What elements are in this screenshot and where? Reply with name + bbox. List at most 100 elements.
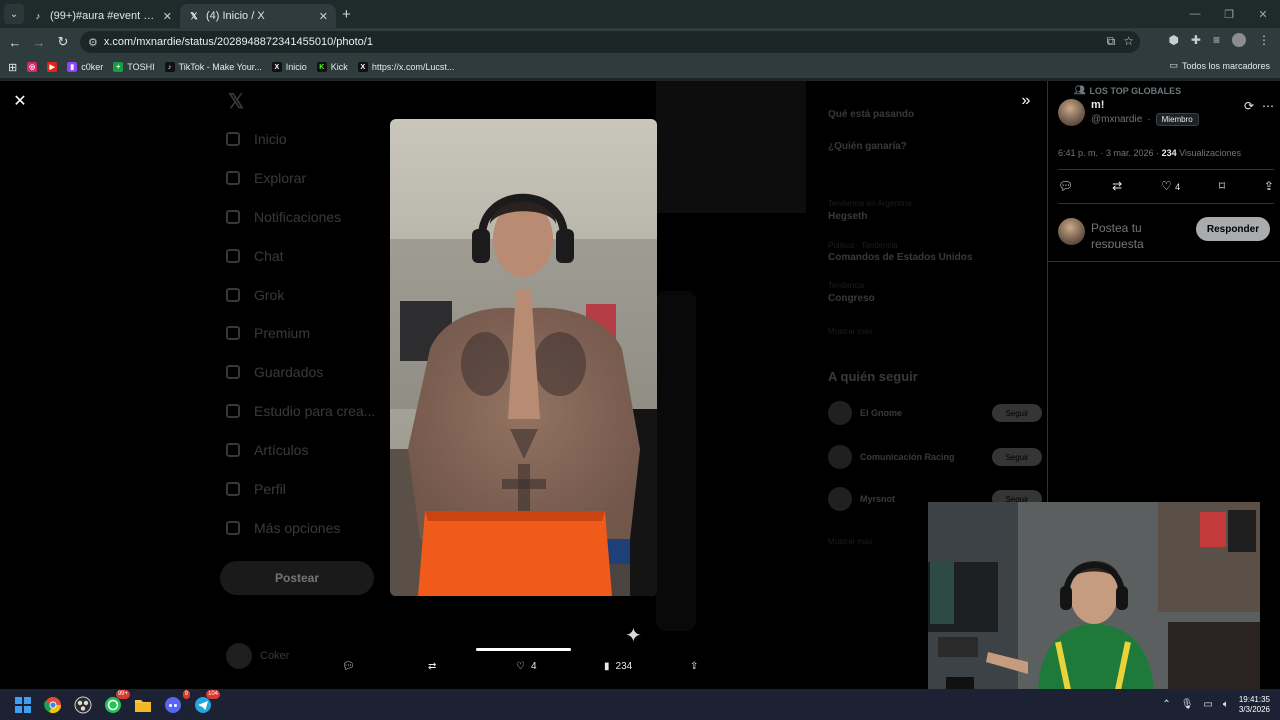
avatar[interactable] xyxy=(1058,99,1085,126)
tiktok-icon: ♪ xyxy=(35,11,41,21)
tab-search-button[interactable]: ⌄ xyxy=(4,4,24,24)
file-explorer-taskbar-icon[interactable] xyxy=(132,694,154,716)
new-tab-button[interactable]: + xyxy=(342,6,351,23)
who-to-follow-heading: A quién seguir xyxy=(828,369,918,384)
nav-label: Premium xyxy=(254,325,311,341)
bookmark-tiktok[interactable]: ♪ TikTok - Make Your... xyxy=(164,62,262,72)
bookmark-instagram[interactable]: ◎ xyxy=(27,62,38,72)
like-button[interactable]: ♡ 4 xyxy=(1161,179,1180,193)
bookmark-icon[interactable]: ⌑ xyxy=(1219,179,1225,193)
window-close-icon[interactable]: ✕ xyxy=(1246,0,1280,28)
reload-icon[interactable]: ↻ xyxy=(51,34,75,50)
close-icon[interactable]: ✕ xyxy=(10,91,30,111)
telegram-badge: 104 xyxy=(205,689,220,699)
extensions-puzzle-icon[interactable]: ✚ xyxy=(1191,33,1201,47)
bookmark-youtube[interactable]: ▶ xyxy=(47,62,58,72)
context-label[interactable]: LOS TOP GLOBALES xyxy=(1089,86,1181,96)
restore-icon[interactable]: ❐ xyxy=(1212,0,1246,28)
tab-close-icon[interactable]: ✕ xyxy=(319,10,328,23)
menu-dots-icon[interactable]: ⋮ xyxy=(1258,33,1270,47)
user-name: Coker xyxy=(260,650,290,662)
account-switcher-dimmed: Coker xyxy=(226,643,289,669)
back-arrow-icon[interactable]: ← xyxy=(3,35,27,50)
bookmark-star-icon[interactable]: ☆ xyxy=(1123,34,1134,49)
nav-label: Explorar xyxy=(254,170,307,186)
site-settings-icon[interactable]: ⚙ xyxy=(88,36,98,49)
apps-grid-icon[interactable]: ⊞ xyxy=(8,61,17,74)
tab-title: (99+)#aura #event #meteorolo xyxy=(50,10,157,22)
author-handle[interactable]: @mxnardie xyxy=(1091,114,1142,125)
follow-button: Seguir xyxy=(992,448,1042,466)
all-bookmarks-button[interactable]: ▭ Todos los marcadores xyxy=(1169,60,1270,71)
bookmark-toshi[interactable]: + TOSHI xyxy=(113,62,155,72)
browser-toolbar: ← → ↻ ⚙ x.com/mxnardie/status/2028948872… xyxy=(0,28,1280,56)
chevrons-right-icon[interactable]: » xyxy=(1016,91,1036,111)
tab-title: (4) Inicio / X xyxy=(206,10,265,22)
x-icon: X xyxy=(357,62,368,72)
follow-row: Comunicación Racing Seguir xyxy=(828,445,1042,469)
reply-bubble-icon[interactable]: 💬︎ xyxy=(1058,179,1073,193)
whatsapp-taskbar-icon[interactable]: 99+ xyxy=(102,689,130,716)
forward-arrow-icon[interactable]: → xyxy=(27,35,51,50)
bookmark-inicio[interactable]: X Inicio xyxy=(271,62,307,72)
taskbar-clock[interactable]: 19:41:35 3/3/2026 xyxy=(1239,695,1270,715)
views-button[interactable]: ▮ 234 xyxy=(604,661,632,672)
repost-icon[interactable]: ⇄ xyxy=(1112,179,1122,193)
trend-text: Hegseth xyxy=(828,211,868,222)
timeline-media-dimmed xyxy=(656,81,806,213)
timeline-dimmed xyxy=(656,81,812,689)
article-icon xyxy=(226,443,240,457)
grok-sparkle-icon[interactable]: ✦ xyxy=(625,623,642,648)
windows-taskbar: 99+ 9 104 ⌃ 🎙︎ ▭ 🔈︎ 19:41:35 3/3/2026 xyxy=(0,689,1280,720)
plus-icon: + xyxy=(113,62,124,72)
all-bookmarks-label: Todos los marcadores xyxy=(1181,60,1270,71)
kick-icon: K xyxy=(316,62,327,72)
views-number: 234 xyxy=(1161,148,1177,158)
reply-button[interactable]: 💬︎ xyxy=(342,661,361,672)
tab-close-icon[interactable]: ✕ xyxy=(163,10,172,23)
windows-start-icon[interactable] xyxy=(12,694,34,716)
divider xyxy=(1058,169,1274,170)
media-control-icon[interactable]: ≡ xyxy=(1213,33,1220,47)
separator: · xyxy=(1147,114,1151,125)
share-button[interactable]: ⇪ xyxy=(690,661,698,672)
extensions-row: ⬢ ✚ ≡ ⋮ xyxy=(1168,33,1270,47)
share-icon: ⇪ xyxy=(690,661,699,672)
repost-button[interactable]: ⇄ xyxy=(428,661,442,672)
microphone-icon[interactable]: 🎙︎ xyxy=(1181,699,1194,710)
chevron-up-icon[interactable]: ⌃ xyxy=(1162,699,1170,710)
telegram-taskbar-icon[interactable]: 104 xyxy=(192,689,220,716)
tab-tiktok[interactable]: ♪ (99+)#aura #event #meteorolo ✕ xyxy=(24,4,180,28)
bookmark-kick[interactable]: K Kick xyxy=(316,62,348,72)
tweet-tools: ⟳ ⋯ xyxy=(1244,99,1274,113)
more-dots-icon[interactable]: ⋯ xyxy=(1262,99,1274,113)
network-icon[interactable]: ▭ xyxy=(1203,699,1212,710)
reply-submit-button[interactable]: Responder xyxy=(1196,217,1270,241)
author-name[interactable]: m! xyxy=(1091,99,1199,111)
trend-text: Comandos de Estados Unidos xyxy=(828,252,973,263)
timestamp-text[interactable]: 6:41 p. m. · 3 mar. 2026 · xyxy=(1058,148,1159,158)
photo-action-bar: 💬︎ ⇄ ♡ 4 ▮ 234 ⇪ xyxy=(330,661,720,683)
discord-taskbar-icon[interactable]: 9 xyxy=(162,689,190,716)
chrome-taskbar-icon[interactable] xyxy=(42,694,64,716)
bookmark-coker[interactable]: ▮ c0ker xyxy=(67,62,103,72)
obs-taskbar-icon[interactable] xyxy=(72,694,94,716)
share-icon[interactable]: ⇪ xyxy=(1264,179,1274,193)
shield-extension-icon[interactable]: ⬢ xyxy=(1168,33,1178,47)
grok-explain-icon[interactable]: ⟳ xyxy=(1244,99,1254,113)
volume-icon[interactable]: 🔈︎ xyxy=(1223,699,1229,710)
follow-button: Seguir xyxy=(992,404,1042,422)
minimize-icon[interactable]: — xyxy=(1178,0,1212,28)
omnibox-actions: ⧉ ☆ xyxy=(1107,34,1134,49)
heart-icon: ♡ xyxy=(1160,179,1172,193)
reply-input[interactable]: Postea tu respuesta xyxy=(1091,220,1171,248)
like-button[interactable]: ♡ 4 xyxy=(516,661,537,672)
address-bar[interactable]: ⚙ x.com/mxnardie/status/2028948872341455… xyxy=(80,31,1140,53)
nav-label: Estudio para crea... xyxy=(254,403,376,419)
install-app-icon[interactable]: ⧉ xyxy=(1107,34,1116,49)
trend-text: Congreso xyxy=(828,293,875,304)
profile-avatar[interactable] xyxy=(1232,33,1246,47)
tab-x-inicio[interactable]: 𝕏 (4) Inicio / X ✕ xyxy=(180,4,336,28)
bookmark-x-link[interactable]: Xhttps://x.com/Lucst... xyxy=(357,62,454,72)
follow-row: El Gnome Seguir xyxy=(828,401,1042,425)
